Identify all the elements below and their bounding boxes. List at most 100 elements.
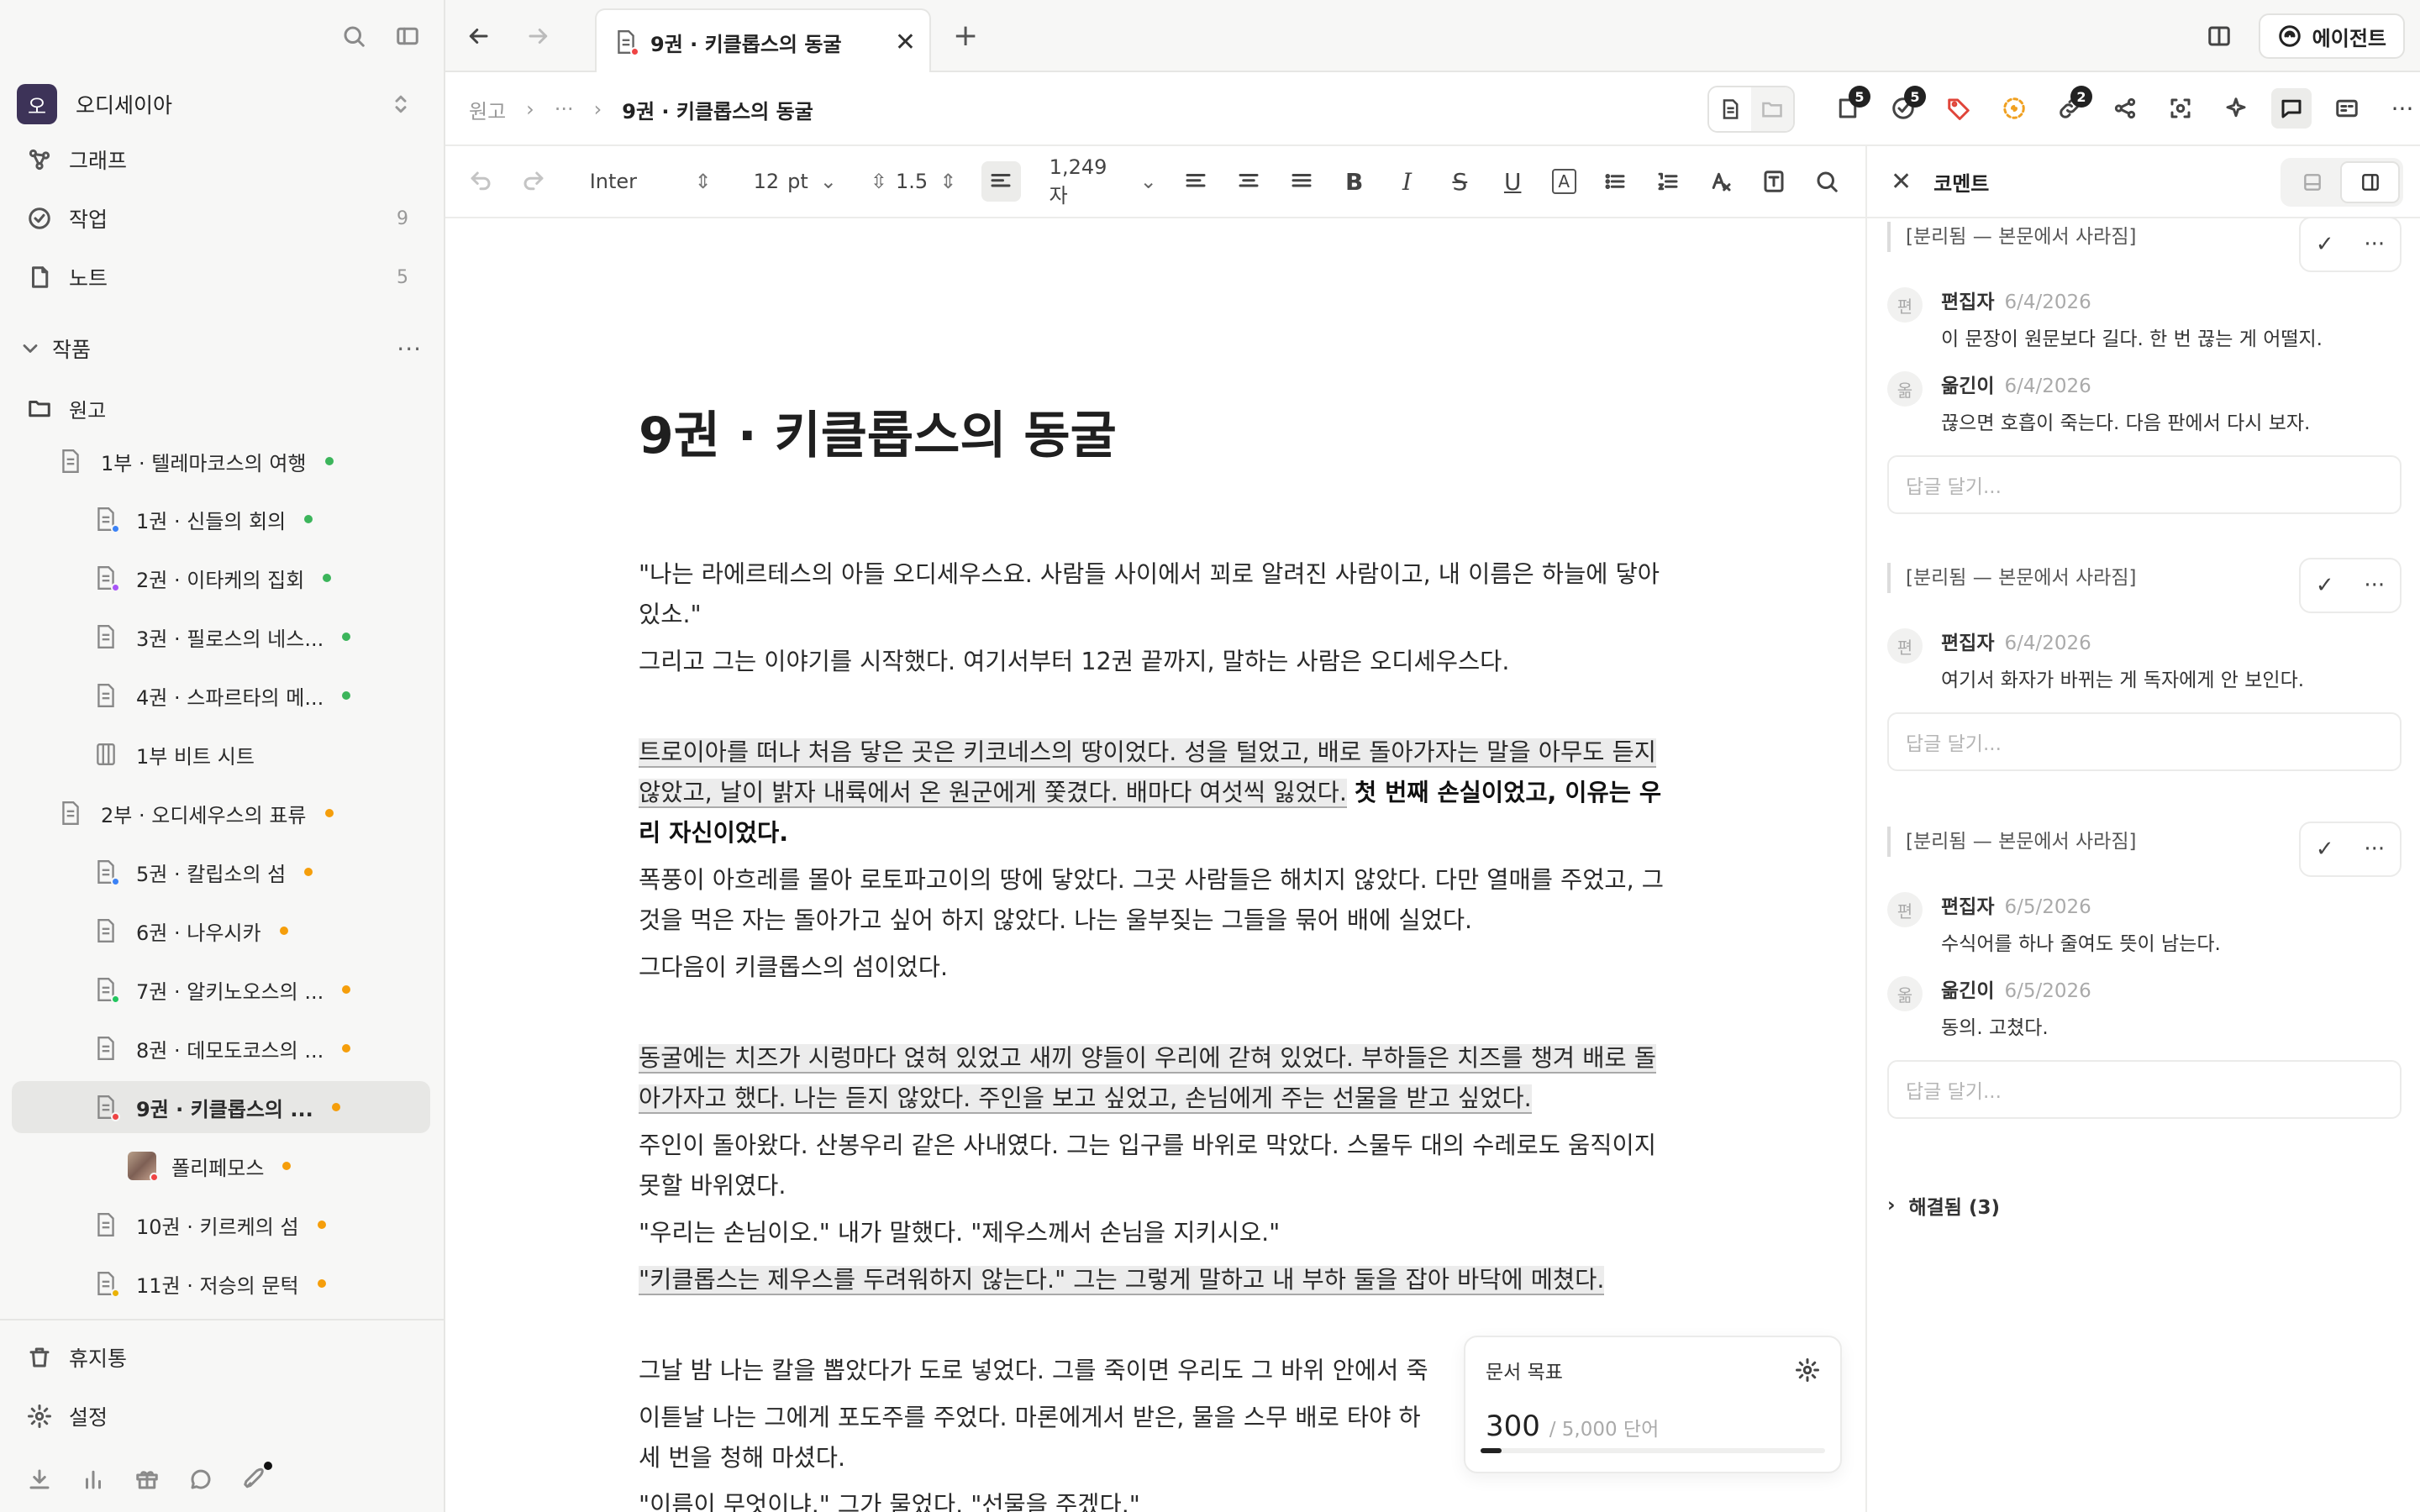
paragraph[interactable]: 그리고 그는 이야기를 시작했다. 여기서부터 12권 끝까지, 말하는 사람은… [639,642,1664,682]
resolved-toggle[interactable]: › 해결됨 (3) [1887,1191,2000,1220]
folder-view-icon[interactable] [1751,87,1793,131]
tab-document[interactable]: 9권 · 키클롭스의 동굴 ✕ [595,8,931,74]
gift-icon[interactable] [133,1465,161,1494]
editor[interactable]: 9권 · 키클롭스의 동굴 "나는 라에르테스의 아들 오디세우스요. 사람들 … [445,218,1865,1512]
document-title[interactable]: 9권 · 키클롭스의 동굴 [639,395,1117,468]
bullet-list-icon[interactable] [1602,167,1629,196]
sidebar-toggle-icon[interactable] [393,22,422,50]
resolve-check-icon[interactable]: ✓ [2316,573,2334,598]
tree-item[interactable]: 폴리페모스 [128,1140,292,1192]
status-circle-icon[interactable] [2000,94,2028,123]
tree-item[interactable]: 1권 · 신들의 회의 [94,493,313,545]
paragraph[interactable]: "우리는 손님이오." 내가 말했다. "제우스께서 손님을 지키시오." [639,1213,1664,1253]
back-arrow-icon[interactable] [464,22,492,50]
nav-notes[interactable]: 노트 5 [25,255,420,299]
section-works[interactable]: 작품 ··· [18,328,422,370]
stats-icon[interactable] [79,1465,108,1494]
tree-item[interactable]: 8권 · 데모도코스의 ... [94,1022,351,1074]
more-icon[interactable]: ··· [2388,94,2417,123]
forward-arrow-icon[interactable] [524,22,553,50]
clear-format-icon[interactable] [1707,167,1734,196]
folder-manuscript[interactable]: 원고 [25,382,420,434]
graph-icon[interactable] [2111,94,2139,123]
underline-icon[interactable]: U [1499,168,1527,196]
paragraph[interactable]: 그다음이 키클롭스의 섬이었다. [639,948,1664,988]
nav-graph[interactable]: 그래프 [25,138,420,181]
tree-item[interactable]: 2권 · 이타케의 집회 [94,552,332,604]
tree-item[interactable]: 7권 · 알키노오스의 ... [94,963,351,1016]
tree-item[interactable]: 11권 · 저승의 문턱 [94,1257,326,1310]
search-icon[interactable] [339,22,368,50]
resolve-check-icon[interactable]: ✓ [2316,837,2334,862]
paragraph[interactable]: "키클롭스는 제우스를 두려워하지 않는다." 그는 그렇게 말하고 내 부하 … [639,1260,1664,1300]
font-family-select[interactable]: Inter ⇕ [590,170,712,193]
tree-item[interactable]: 3권 · 필로스의 네스... [94,611,351,663]
reply-input[interactable]: 답글 달기... [1887,712,2402,771]
tree-item[interactable]: 9권 · 키클롭스의 ... [12,1081,430,1133]
document-view-icon[interactable] [1709,87,1751,131]
numbered-list-icon[interactable] [1655,167,1682,196]
tree-item[interactable]: 4권 · 스파르타의 메... [94,669,351,722]
reply-input[interactable]: 답글 달기... [1887,1060,2402,1119]
paragraph[interactable]: 주인이 돌아왔다. 산봉우리 같은 사내였다. 그는 입구를 바위로 막았다. … [639,1126,1664,1206]
paragraph-align-icon[interactable] [981,161,1021,202]
download-icon[interactable] [25,1465,54,1494]
tree-item[interactable]: 6권 · 나우시카 [94,905,288,957]
comments-icon[interactable] [2271,88,2312,129]
files-icon[interactable]: 5 [1833,86,1870,123]
focus-icon[interactable] [2166,94,2195,123]
tree-item[interactable]: 10권 · 키르케의 섬 [94,1199,326,1251]
more-icon[interactable]: ··· [397,335,422,363]
panel-bottom-icon[interactable] [2284,161,2340,203]
card-icon[interactable] [2333,94,2361,123]
align-left-icon[interactable] [1182,167,1210,196]
redo-icon[interactable] [520,167,548,196]
comment-highlight[interactable]: "키클롭스는 제우스를 두려워하지 않는다." 그는 그렇게 말하고 내 부하 … [639,1266,1605,1295]
workspace-switcher[interactable]: 오 오디세이아 [17,81,429,128]
font-size-select[interactable]: 12 pt ⌄ [754,170,837,193]
paragraph[interactable]: "이름이 무엇이냐." 그가 물었다. "선물을 주겠다." [639,1485,1664,1512]
split-view-icon[interactable] [2205,22,2233,50]
resolve-check-icon[interactable]: ✓ [2316,232,2334,257]
agent-button[interactable]: 에이전트 [2258,13,2405,59]
task-check-icon[interactable]: 5 [1889,86,1926,123]
paragraph[interactable]: 트로이아를 떠나 처음 닿은 곳은 키코네스의 땅이었다. 성을 털었고, 배로… [639,732,1664,853]
tag-icon[interactable] [1944,94,1973,123]
align-justify-icon[interactable] [1287,167,1315,196]
paragraph[interactable]: "나는 라에르테스의 아들 오디세우스요. 사람들 사이에서 꾀로 알려진 사람… [639,554,1664,635]
breadcrumb-ellipsis[interactable]: ··· [555,97,574,121]
undo-icon[interactable] [467,167,495,196]
new-tab-button[interactable]: + [953,18,978,53]
link-icon[interactable]: 2 [2055,86,2092,123]
bold-icon[interactable]: B [1340,168,1368,196]
gear-icon[interactable] [1793,1356,1822,1384]
more-icon[interactable]: ··· [2364,573,2385,598]
more-icon[interactable]: ··· [2364,837,2385,862]
nav-tasks[interactable]: 작업 9 [25,197,420,240]
close-icon[interactable]: ✕ [1891,167,1912,197]
line-height-select[interactable]: ⇳ 1.5 ⇕ [871,170,956,193]
align-center-icon[interactable] [1235,167,1263,196]
nav-trash[interactable]: 휴지통 [25,1336,420,1379]
reply-input[interactable]: 답글 달기... [1887,455,2402,514]
template-icon[interactable] [1760,167,1787,196]
find-icon[interactable] [1812,167,1840,196]
panel-right-icon[interactable] [2340,161,2400,203]
paragraph[interactable]: 폭풍이 아흐레를 몰아 로토파고이의 땅에 닿았다. 그곳 사람들은 해치지 않… [639,860,1664,941]
nav-settings[interactable]: 설정 [25,1394,420,1438]
tree-item[interactable]: 1부 비트 시트 [94,728,255,780]
paragraph[interactable]: 동굴에는 치즈가 시렁마다 얹혀 있었고 새끼 양들이 우리에 갇혀 있었다. … [639,1038,1664,1119]
tree-item[interactable]: 5권 · 칼립소의 섬 [94,846,313,898]
chat-icon[interactable] [187,1465,215,1494]
comment-highlight[interactable]: 동굴에는 치즈가 시렁마다 얹혀 있었고 새끼 양들이 우리에 갇혀 있었다. … [639,1044,1656,1114]
rocket-icon[interactable] [240,1462,272,1494]
breadcrumb-root[interactable]: 원고 [469,95,506,124]
char-count-select[interactable]: 1,249 자 ⌄ [1050,155,1157,208]
tree-item[interactable]: 2부 · 오디세우스의 표류 [59,787,334,839]
more-icon[interactable]: ··· [2364,232,2385,257]
tree-item[interactable]: 1부 · 텔레마코스의 여행 [59,435,334,487]
strikethrough-icon[interactable]: S [1446,168,1474,196]
text-color-icon[interactable]: A [1551,169,1576,194]
close-icon[interactable]: ✕ [895,28,916,57]
sparkle-icon[interactable] [2222,94,2250,123]
